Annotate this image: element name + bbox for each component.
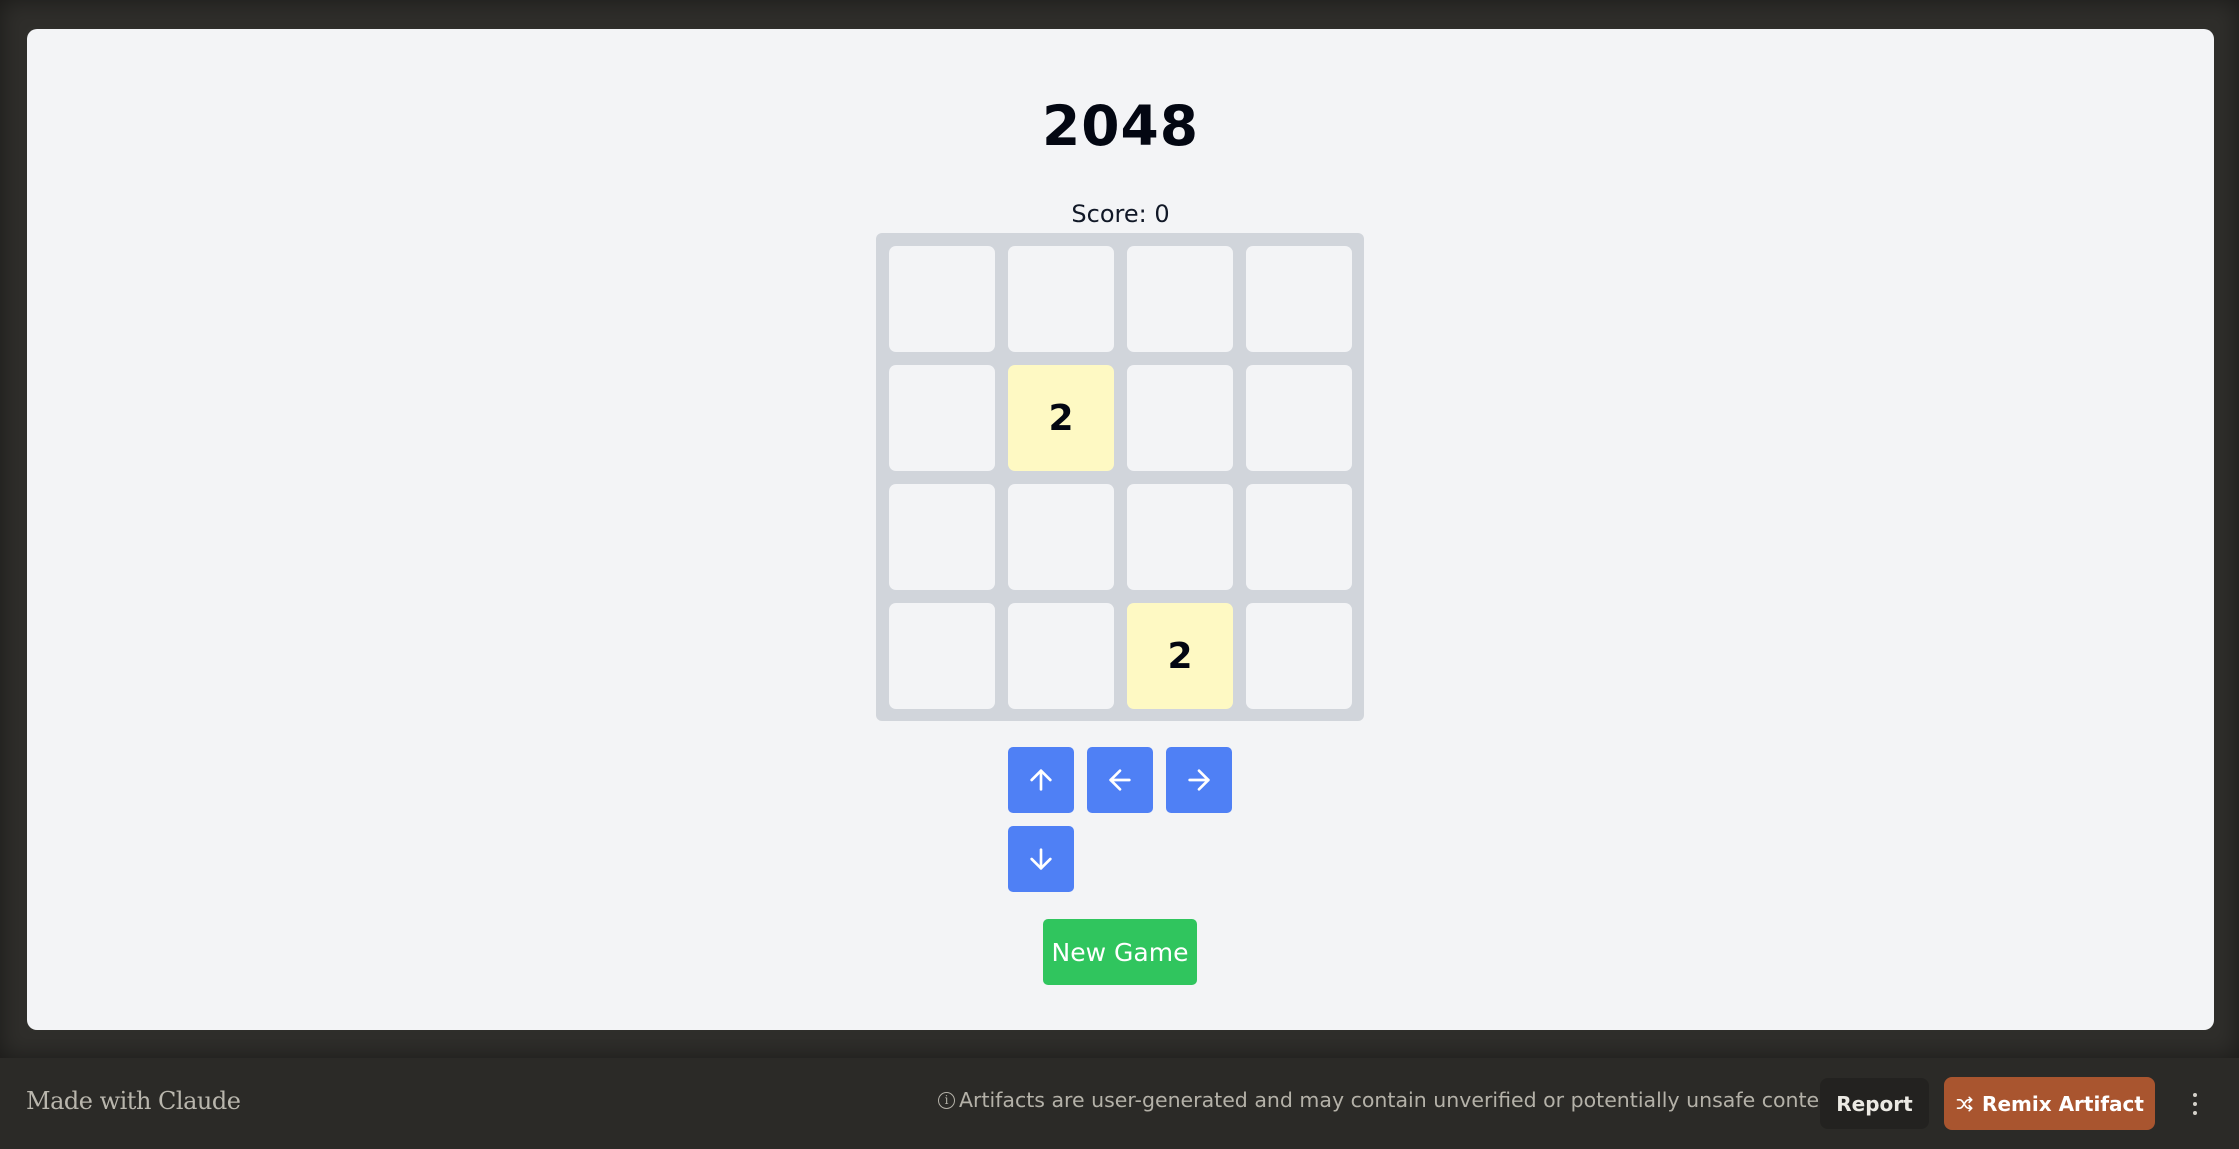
arrow-down-icon xyxy=(1030,848,1052,870)
made-with-claude-label[interactable]: Made with Claude xyxy=(26,1087,241,1115)
game-title: 2048 xyxy=(1041,94,1200,158)
empty-cell xyxy=(1127,246,1233,352)
empty-cell xyxy=(1127,484,1233,590)
empty-cell xyxy=(1008,246,1114,352)
empty-cell xyxy=(1246,484,1352,590)
empty-cell xyxy=(1127,365,1233,471)
empty-cell xyxy=(889,484,995,590)
arrow-up-icon xyxy=(1030,769,1052,791)
info-icon: i xyxy=(938,1091,955,1109)
artifact-viewport: 2048 Score: 0 22 New Game xyxy=(27,29,2214,1030)
shuffle-icon xyxy=(1956,1096,1973,1111)
move-down-button[interactable] xyxy=(1008,826,1074,892)
footer-bar: Made with Claude i Artifacts are user-ge… xyxy=(0,1058,2239,1149)
kebab-menu-icon[interactable] xyxy=(2183,1084,2207,1124)
empty-cell xyxy=(889,365,995,471)
empty-cell xyxy=(1008,484,1114,590)
report-button[interactable]: Report xyxy=(1820,1078,1929,1129)
remix-artifact-button[interactable]: Remix Artifact xyxy=(1944,1077,2155,1130)
empty-cell xyxy=(1246,603,1352,709)
game-board: 22 xyxy=(876,233,1364,721)
new-game-button[interactable]: New Game xyxy=(1043,919,1197,985)
empty-cell xyxy=(1008,603,1114,709)
arrow-left-icon xyxy=(1109,769,1131,791)
empty-cell xyxy=(889,603,995,709)
move-right-button[interactable] xyxy=(1166,747,1232,813)
arrow-right-icon xyxy=(1188,769,1210,791)
tile-2: 2 xyxy=(1008,365,1114,471)
score-display: Score: 0 xyxy=(1071,200,1170,228)
move-left-button[interactable] xyxy=(1087,747,1153,813)
remix-label: Remix Artifact xyxy=(1982,1091,2144,1116)
disclaimer-text: Artifacts are user-generated and may con… xyxy=(959,1088,1847,1112)
tile-2: 2 xyxy=(1127,603,1233,709)
move-up-button[interactable] xyxy=(1008,747,1074,813)
empty-cell xyxy=(1246,365,1352,471)
disclaimer: i Artifacts are user-generated and may c… xyxy=(938,1088,1847,1112)
empty-cell xyxy=(889,246,995,352)
empty-cell xyxy=(1246,246,1352,352)
